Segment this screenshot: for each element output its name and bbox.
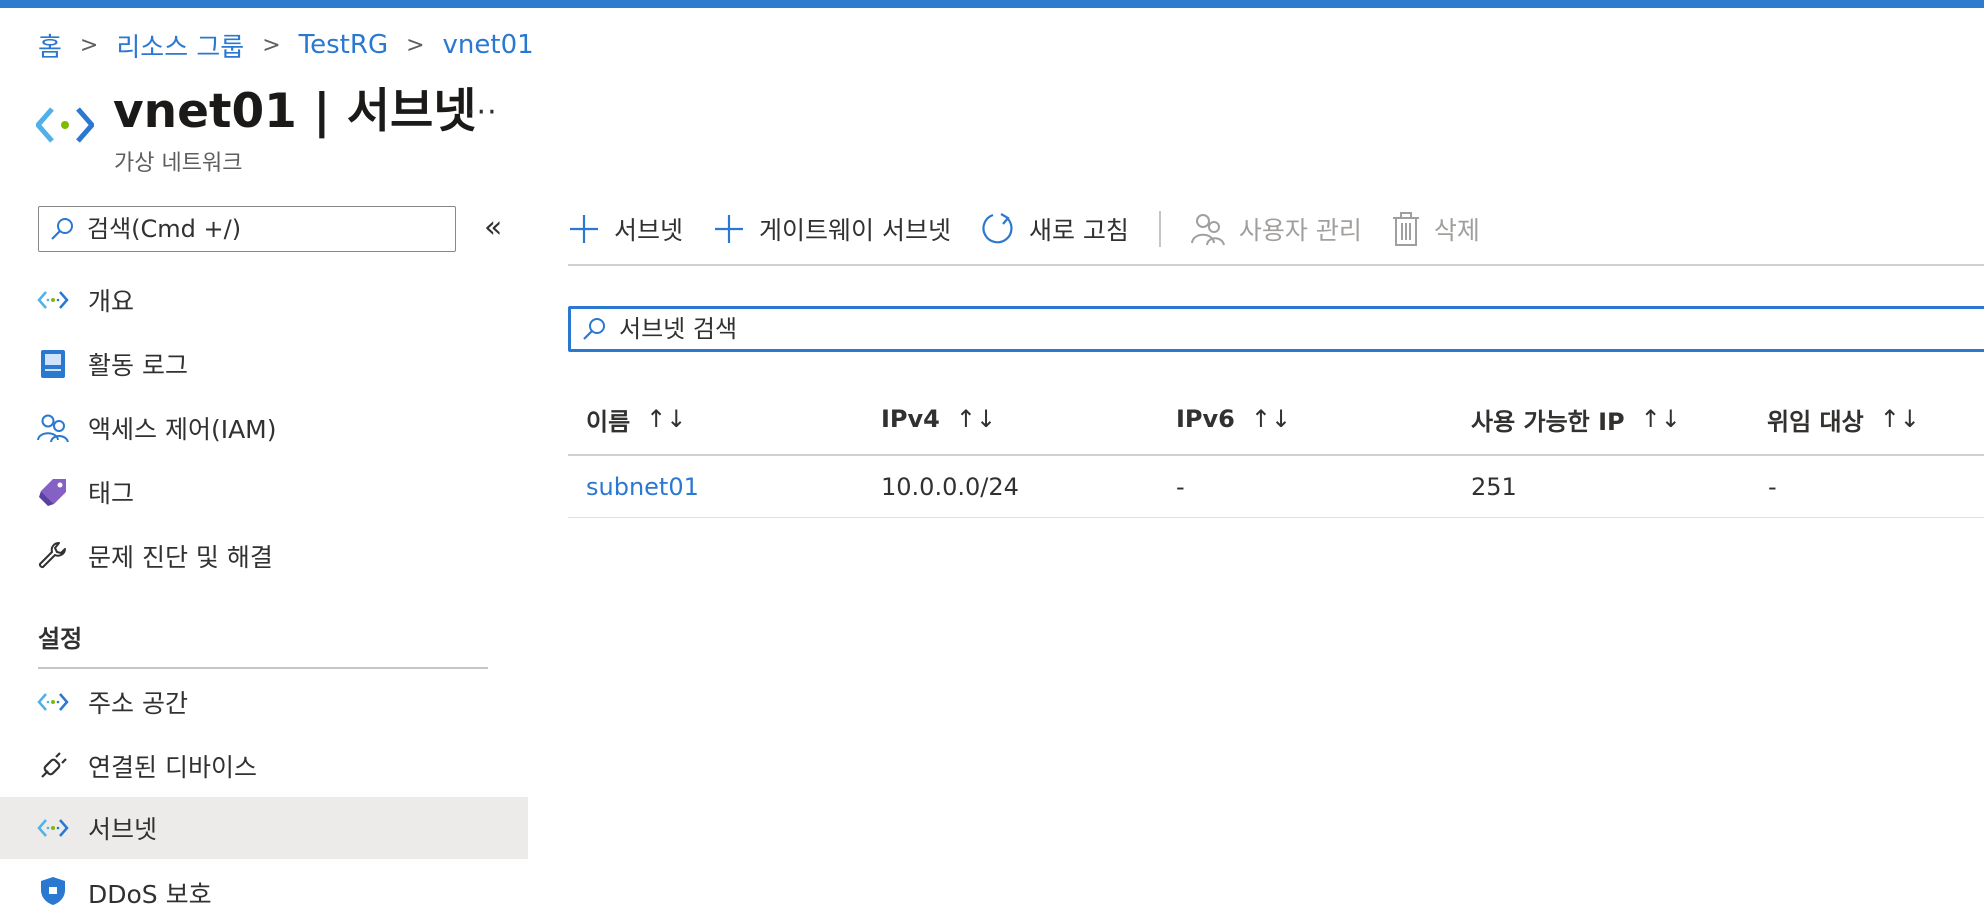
manage-users-label: 사용자 관리 <box>1238 216 1362 245</box>
cell-delegation: - <box>1768 473 1777 501</box>
column-header-delegation[interactable]: 위임 대상 ↑↓ <box>1767 395 1920 443</box>
add-gateway-subnet-button[interactable]: 게이트웨이 서브넷 <box>713 211 951 247</box>
table-header-divider <box>568 454 1984 456</box>
tag-icon <box>37 476 69 508</box>
more-options-button[interactable]: ··· <box>466 95 498 130</box>
activity-log-icon <box>37 348 69 380</box>
breadcrumb-resource-groups[interactable]: 리소스 그룹 <box>116 27 244 64</box>
breadcrumb-vnet01[interactable]: vnet01 <box>443 30 534 60</box>
add-subnet-button[interactable]: 서브넷 <box>568 211 683 247</box>
refresh-icon <box>982 213 1013 244</box>
manage-users-button[interactable]: 사용자 관리 <box>1190 211 1362 247</box>
sidebar-item-label: 개요 <box>88 287 135 316</box>
command-bar: 서브넷 게이트웨이 서브넷 새로 고침 사용자 관리 삭제 <box>568 206 1510 252</box>
subnet-search[interactable] <box>568 306 1984 352</box>
sidebar-item-overview[interactable]: 개요 <box>0 269 528 331</box>
shield-icon <box>37 875 69 907</box>
sort-icon: ↑↓ <box>1640 405 1681 433</box>
refresh-label: 새로 고침 <box>1028 216 1129 245</box>
virtual-network-icon <box>36 107 94 143</box>
column-header-ipv6[interactable]: IPv6 ↑↓ <box>1176 395 1291 443</box>
cell-ipv4: 10.0.0.0/24 <box>881 473 1019 501</box>
column-label: IPv6 <box>1176 405 1235 433</box>
search-icon <box>51 218 73 240</box>
breadcrumb: 홈 > 리소스 그룹 > TestRG > vnet01 <box>38 27 534 64</box>
breadcrumb-separator: > <box>262 32 281 58</box>
people-icon <box>37 412 69 444</box>
sort-icon: ↑↓ <box>955 405 997 433</box>
sidebar-item-subnets[interactable]: 서브넷 <box>0 797 528 859</box>
section-divider <box>38 667 488 669</box>
wrench-icon <box>37 540 69 572</box>
breadcrumb-home[interactable]: 홈 <box>38 27 62 64</box>
plus-icon <box>715 215 744 243</box>
sidebar-item-address-space[interactable]: 주소 공간 <box>0 671 528 733</box>
settings-section-heading: 설정 <box>38 625 83 653</box>
column-label: 위임 대상 <box>1767 407 1864 436</box>
sort-icon: ↑↓ <box>1250 405 1292 433</box>
sidebar-item-label: 액세스 제어(IAM) <box>88 415 277 444</box>
sidebar-item-connected-devices[interactable]: 연결된 디바이스 <box>0 735 528 797</box>
delete-button[interactable]: 삭제 <box>1392 211 1480 247</box>
add-gateway-subnet-label: 게이트웨이 서브넷 <box>759 216 951 245</box>
breadcrumb-testrg[interactable]: TestRG <box>299 30 388 60</box>
delete-label: 삭제 <box>1433 216 1480 245</box>
sidebar-item-tags[interactable]: 태그 <box>0 461 528 523</box>
search-icon <box>583 318 605 340</box>
people-icon <box>1190 214 1225 246</box>
sidebar-search-input[interactable] <box>85 214 429 244</box>
breadcrumb-separator: > <box>79 32 99 58</box>
breadcrumb-separator: > <box>406 32 425 58</box>
sidebar-item-activity-log[interactable]: 활동 로그 <box>0 333 528 395</box>
subnet-search-input[interactable] <box>617 314 1421 344</box>
sidebar-item-label: DDoS 보호 <box>88 880 212 909</box>
sort-icon: ↑↓ <box>1879 405 1920 433</box>
column-header-ipv4[interactable]: IPv4 ↑↓ <box>881 395 996 443</box>
column-label: 사용 가능한 IP <box>1471 407 1625 436</box>
subnet-link[interactable]: subnet01 <box>586 473 699 501</box>
table-row-divider <box>568 517 1984 518</box>
trash-icon <box>1392 212 1419 246</box>
sidebar-item-label: 주소 공간 <box>88 689 188 718</box>
sidebar-item-ddos-protection[interactable]: DDoS 보호 <box>0 861 528 923</box>
collapse-sidebar-button[interactable]: « <box>484 210 502 245</box>
sidebar-item-label: 태그 <box>88 479 135 508</box>
toolbar-divider <box>1158 211 1161 247</box>
toolbar-divider-line <box>568 264 1984 266</box>
vnet-icon <box>37 812 69 844</box>
refresh-button[interactable]: 새로 고침 <box>981 211 1129 247</box>
column-label: IPv4 <box>881 405 940 433</box>
vnet-icon <box>37 284 69 316</box>
cell-ipv6: - <box>1176 473 1185 501</box>
sidebar-search[interactable] <box>38 206 456 252</box>
plug-icon <box>37 750 69 782</box>
table-row: subnet01 10.0.0.0/24 - 251 - <box>568 458 1984 516</box>
page-title: vnet01 | 서브넷 <box>113 84 477 139</box>
column-label: 이름 <box>586 407 631 436</box>
sort-icon: ↑↓ <box>646 405 687 433</box>
column-header-available-ip[interactable]: 사용 가능한 IP ↑↓ <box>1471 395 1681 443</box>
sidebar-item-label: 서브넷 <box>88 815 158 844</box>
sidebar-item-label: 활동 로그 <box>88 351 188 380</box>
sidebar-item-iam[interactable]: 액세스 제어(IAM) <box>0 397 528 459</box>
vnet-icon <box>37 686 69 718</box>
plus-icon <box>570 215 598 243</box>
sidebar-item-diagnose[interactable]: 문제 진단 및 해결 <box>0 525 528 587</box>
add-subnet-label: 서브넷 <box>614 216 684 245</box>
table-header: 이름 ↑↓ IPv4 ↑↓ IPv6 ↑↓ 사용 가능한 IP ↑↓ 위임 대상… <box>568 395 1984 443</box>
cell-name: subnet01 <box>586 458 699 516</box>
page-subtitle: 가상 네트워크 <box>114 151 243 176</box>
cell-available-ip: 251 <box>1471 473 1517 501</box>
sidebar-item-label: 연결된 디바이스 <box>88 753 257 782</box>
column-header-name[interactable]: 이름 ↑↓ <box>586 395 686 443</box>
sidebar-item-label: 문제 진단 및 해결 <box>88 543 273 572</box>
top-accent-bar <box>0 0 1984 8</box>
